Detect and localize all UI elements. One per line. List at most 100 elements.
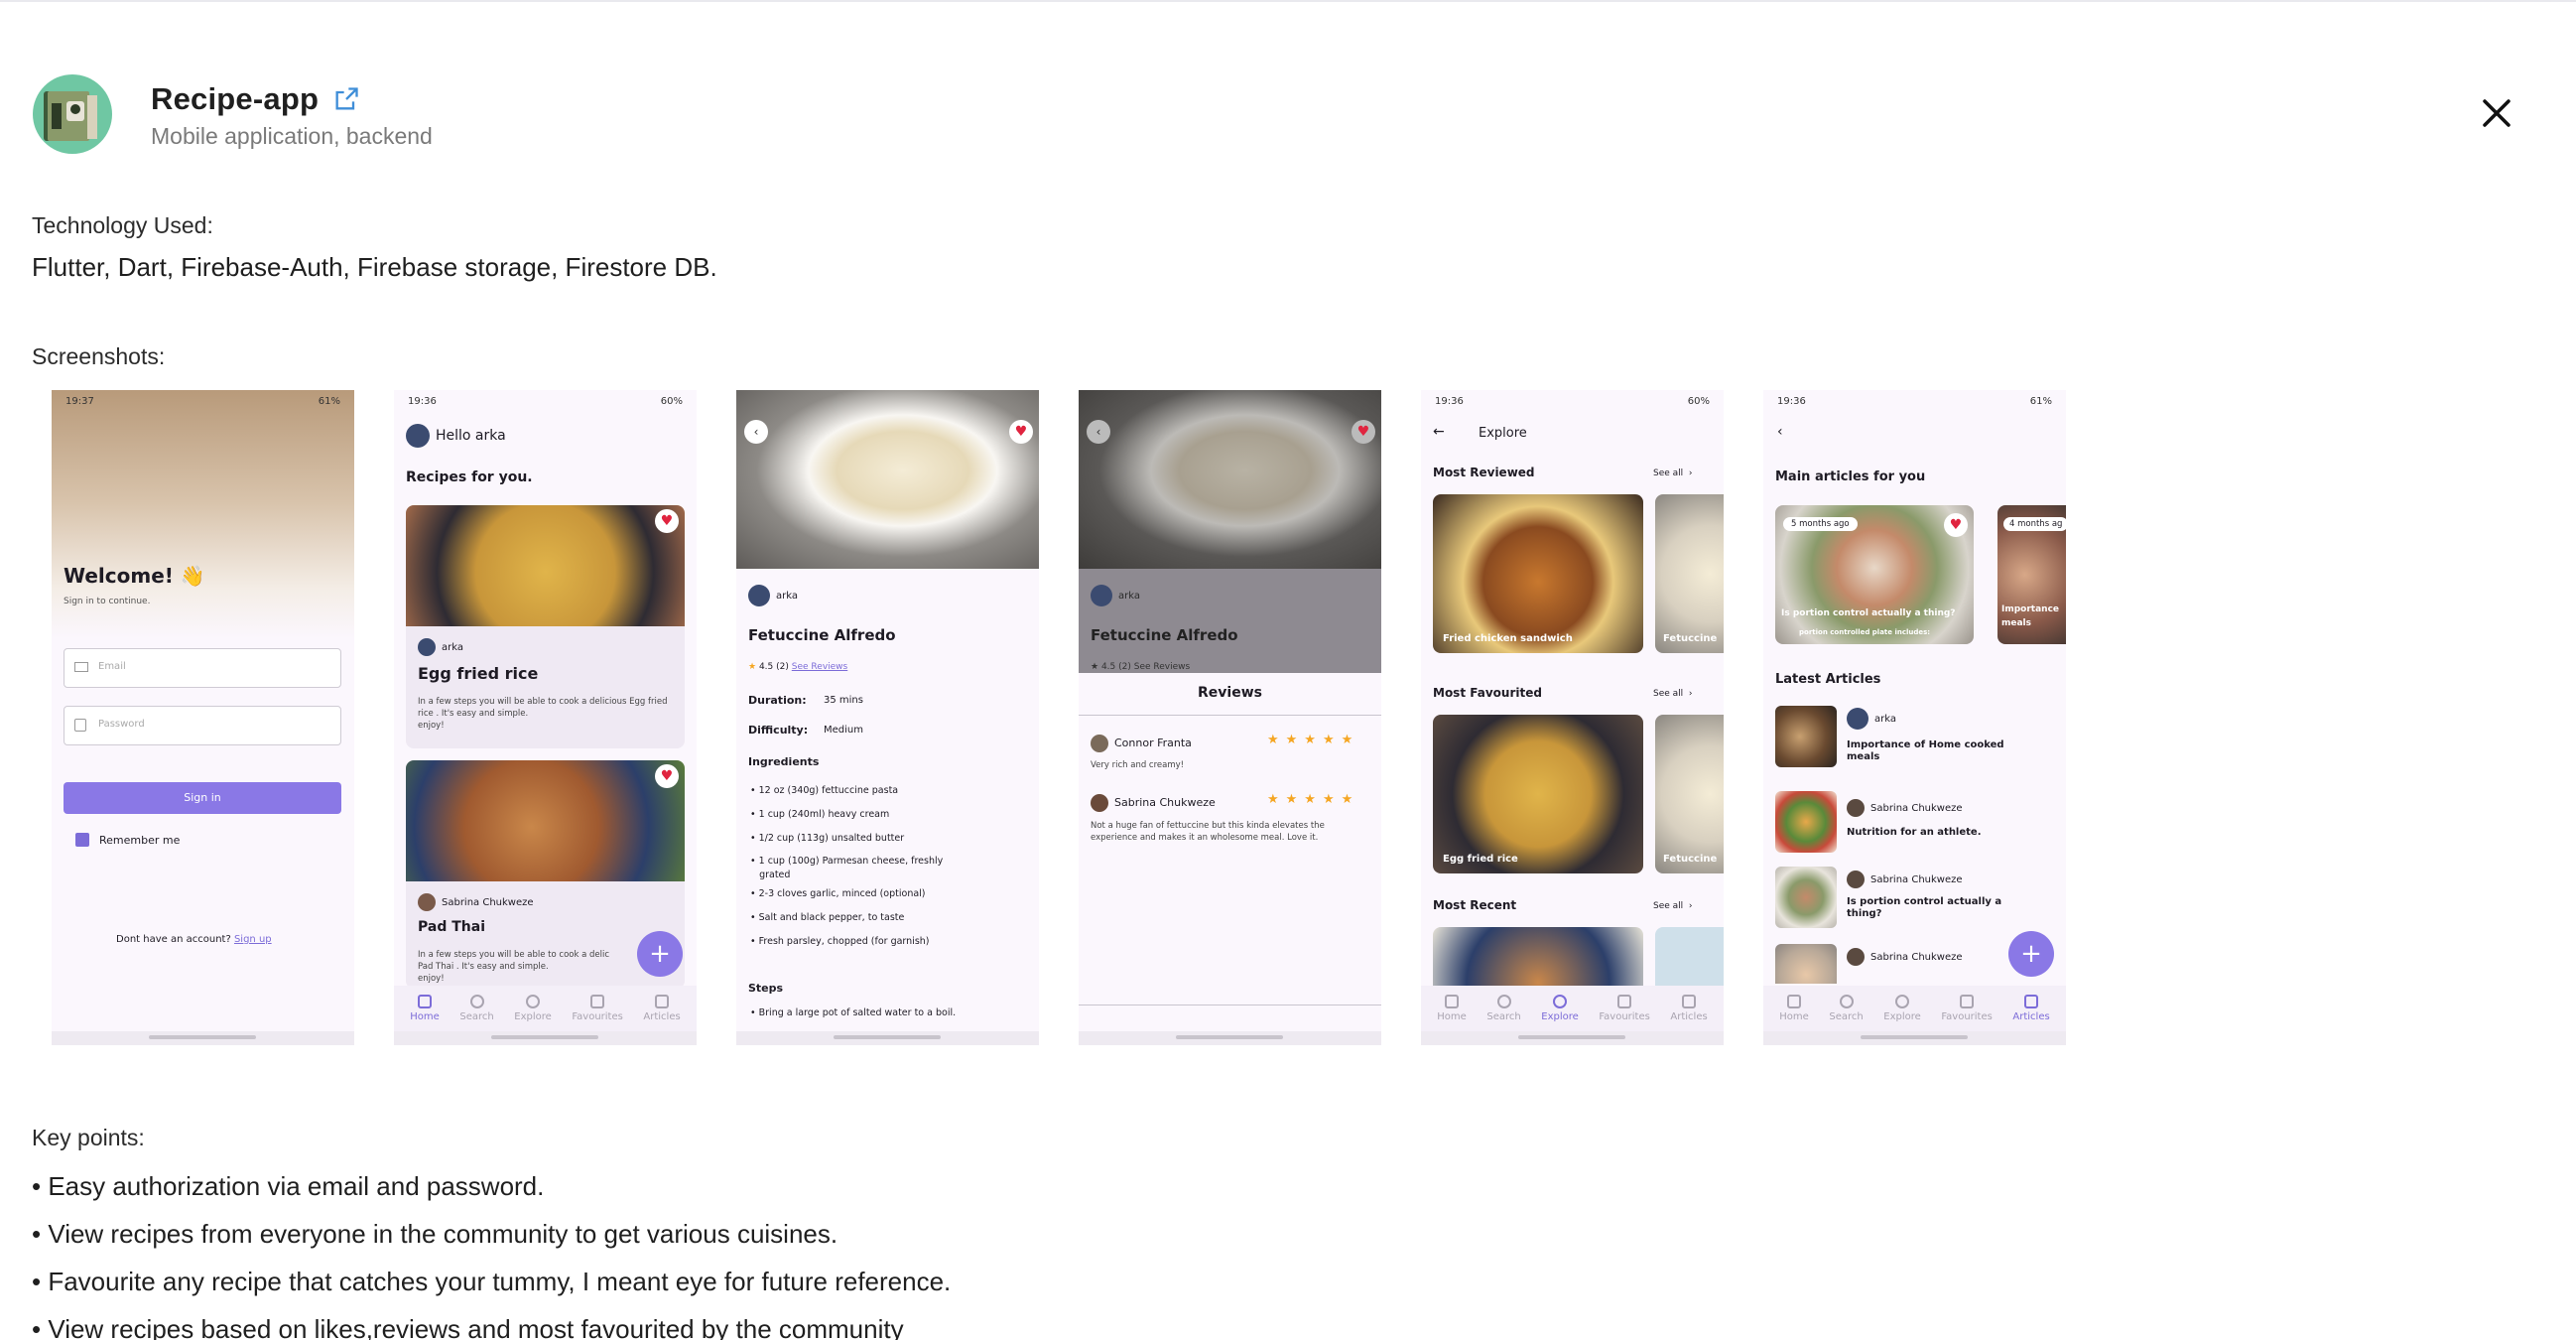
fettuccine-card[interactable]: Fetuccine [1655,494,1724,653]
app-title: Recipe-app [151,81,320,116]
home-icon [1445,995,1460,1008]
nav-home[interactable]: Home [410,995,440,1022]
screenshot-explore[interactable]: 19:36 60% ← Explore Most Reviewed See all… [1421,390,1724,1045]
back-icon[interactable]: ← [1433,424,1445,440]
password-field[interactable]: Password [64,706,341,745]
nav-favourites[interactable]: Favourites [572,995,623,1022]
heart-icon: ♥ [1352,420,1375,444]
recipe-desc: In a few steps you will be able to cook … [418,697,668,731]
heart-icon[interactable]: ♥ [655,509,679,533]
heart-icon[interactable]: ♥ [655,764,679,788]
see-all-link[interactable]: See all › [1653,901,1693,911]
compass-icon [526,995,541,1008]
nav-explore[interactable]: Explore [1541,995,1579,1022]
review-stars: ★★★★★ [1267,792,1360,807]
nav-articles[interactable]: Articles [2012,995,2050,1022]
home-icon [1787,995,1802,1008]
article-list-item[interactable]: Sabrina Chukweze Is portion control actu… [1775,867,2063,932]
nav-favourites[interactable]: Favourites [1941,995,1993,1022]
nav-search[interactable]: Search [1486,995,1521,1022]
status-bar: 19:37 61% [65,396,340,407]
back-icon[interactable]: ‹ [1777,424,1783,440]
close-icon[interactable] [2477,93,2516,133]
article-list-item[interactable]: arka Importance of Home cooked meals [1775,706,2063,771]
latest-articles-title: Latest Articles [1775,672,1881,687]
article-thumbnail [1775,791,1837,853]
project-modal: Recipe-app Mobile application, backend T… [0,2,2576,1340]
see-reviews-link[interactable]: See Reviews [792,662,847,672]
nav-search[interactable]: Search [459,995,494,1022]
key-point: • Favourite any recipe that catches your… [32,1267,952,1296]
reviews-header: Reviews [1198,685,1262,701]
bottom-nav: Home Search Explore Favourites Articles [394,986,697,1031]
fettuccine-image-dimmed [1079,390,1381,569]
article-icon [655,995,670,1008]
nav-home[interactable]: Home [1779,995,1809,1022]
greeting: Hello arka [406,424,506,448]
recipe-card[interactable]: ♥ arka Egg fried rice In a few steps you… [406,505,685,748]
recipe-title: Fetuccine Alfredo [748,626,896,644]
page-title: Explore [1479,426,1527,441]
screenshot-gallery: 19:37 61% Welcome! 👋 Sign in to continue.… [52,390,2066,1045]
star-icon: ★ [748,662,757,672]
article-list-item[interactable]: Sabrina Chukweze Nutrition for an athlet… [1775,791,2063,857]
review-stars: ★★★★★ [1267,733,1360,747]
title-block: Recipe-app Mobile application, backend [151,81,433,150]
key-point: • View recipes based on likes,reviews an… [32,1314,904,1340]
add-article-button[interactable]: + [2008,931,2054,977]
avatar [1847,871,1865,888]
technology-label: Technology Used: [32,212,213,238]
back-icon[interactable]: ‹ [744,420,768,444]
nav-articles[interactable]: Articles [643,995,681,1022]
remember-checkbox[interactable] [75,833,89,847]
fettuccine-card[interactable]: Fetuccine [1655,715,1724,873]
search-icon [1496,995,1511,1008]
screenshot-recipe-detail[interactable]: ‹ ♥ arka Fetuccine Alfredo ★ 4.5 (2) See… [736,390,1039,1045]
nav-articles[interactable]: Articles [1670,995,1708,1022]
see-all-link[interactable]: See all › [1653,469,1693,478]
nav-favourites[interactable]: Favourites [1599,995,1650,1022]
screenshot-articles[interactable]: 19:36 61% ‹ Main articles for you 5 month… [1763,390,2066,1045]
heart-icon[interactable]: ♥ [1009,420,1033,444]
screenshot-login[interactable]: 19:37 61% Welcome! 👋 Sign in to continue.… [52,390,354,1045]
nav-search[interactable]: Search [1829,995,1864,1022]
sign-in-button[interactable]: Sign in [64,782,341,814]
welcome-subtitle: Sign in to continue. [64,597,151,606]
key-point: • Easy authorization via email and passw… [32,1171,545,1201]
fried-rice-image [406,505,685,626]
section-title: Main articles for you [1775,469,1926,484]
sign-up-link[interactable]: Sign up [234,934,272,945]
avatar [1847,708,1868,730]
compass-icon [1553,995,1568,1008]
sandwich-image[interactable]: Fried chicken sandwich [1433,494,1643,653]
screenshot-reviews[interactable]: ‹ ♥ arka Fetuccine Alfredo ★ 4.5 (2) See… [1079,390,1381,1045]
lock-icon [74,719,86,732]
status-bar: 19:36 60% [1435,396,1710,407]
recipe-title: Egg fried rice [418,664,539,683]
bottom-nav: Home Search Explore Favourites Articles [1763,986,2066,1031]
heart-icon[interactable]: ♥ [1944,513,1968,537]
nav-home[interactable]: Home [1437,995,1467,1022]
avatar [406,424,430,448]
see-all-link[interactable]: See all › [1653,689,1693,699]
heart-outline-icon [590,995,605,1008]
app-subtitle: Mobile application, backend [151,123,433,149]
heart-outline-icon [1617,995,1632,1008]
article-thumbnail [1775,944,1837,984]
article-icon [1682,995,1697,1008]
avatar [1847,948,1865,966]
nav-explore[interactable]: Explore [1883,995,1921,1022]
search-icon [1839,995,1854,1008]
nav-explore[interactable]: Explore [514,995,552,1022]
email-field[interactable]: Email [64,648,341,688]
rating-row: ★ 4.5 (2) See Reviews [748,662,848,672]
external-link-icon[interactable] [332,85,360,113]
remember-label: Remember me [99,834,181,847]
screenshot-home[interactable]: 19:36 60% Hello arka Recipes for you. ♥ a… [394,390,697,1045]
article-card[interactable]: 5 months ago ♥ Is portion control actual… [1775,505,1974,644]
add-recipe-button[interactable]: + [637,931,683,977]
review-author: Sabrina Chukweze [1091,794,1216,812]
article-thumbnail [1775,706,1837,767]
article-card[interactable]: 4 months ag Importance meals [1997,505,2066,644]
fried-rice-image[interactable]: Egg fried rice [1433,715,1643,873]
